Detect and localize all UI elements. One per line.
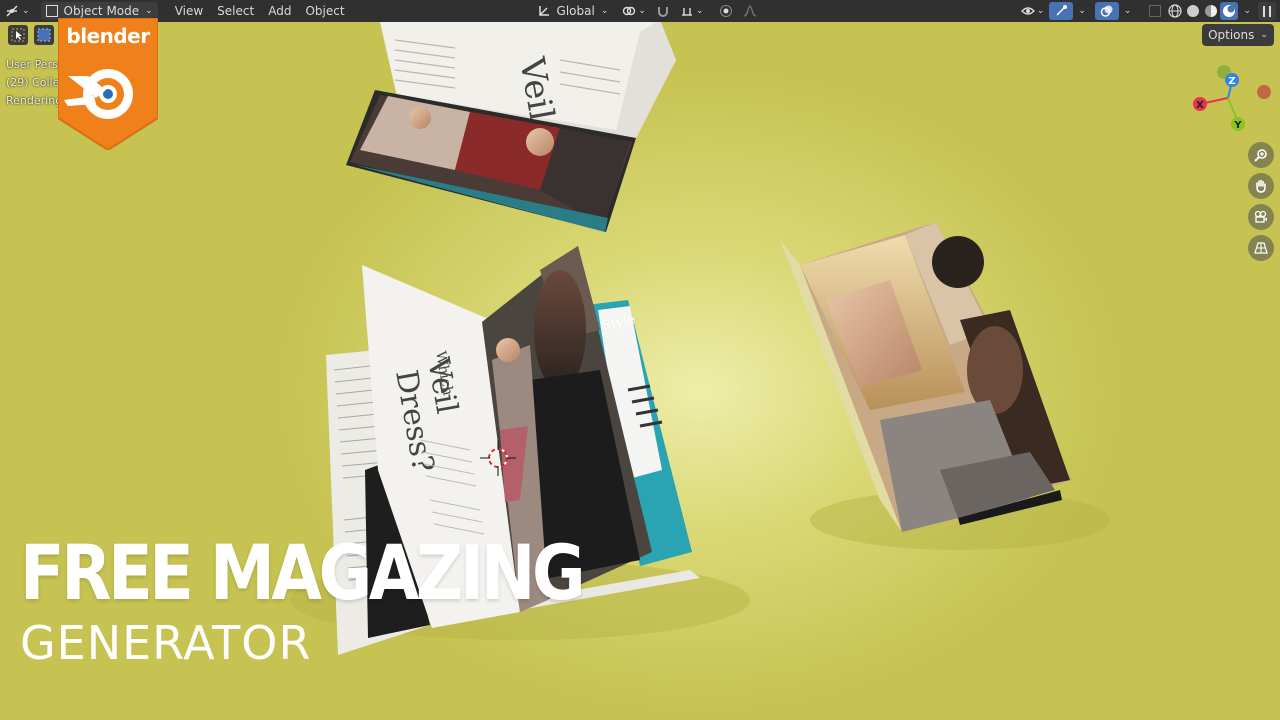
zoom-icon: [1254, 149, 1267, 162]
blender-logo-text: blender: [66, 24, 150, 48]
menu-view[interactable]: View: [168, 4, 210, 18]
orientation-icon: [538, 6, 549, 16]
gizmo-toggle[interactable]: [1049, 2, 1074, 20]
select-tool-button[interactable]: [8, 25, 28, 45]
chevron-down-icon: ⌄: [1078, 6, 1086, 16]
view-name: User Persp: [6, 58, 65, 71]
cube-icon: [45, 5, 58, 17]
grid-icon: [1254, 242, 1268, 254]
transform-orientation-dropdown[interactable]: Global ⌄: [532, 2, 614, 20]
neg-x-handle[interactable]: [1257, 85, 1271, 99]
navigation-gizmo[interactable]: X Z Y: [1188, 62, 1278, 142]
zoom-button[interactable]: [1248, 142, 1274, 168]
axis-icon: [6, 5, 18, 17]
y-axis-label: Y: [1233, 120, 1242, 131]
chevron-down-icon: ⌄: [145, 6, 153, 16]
material-sphere-icon: [1205, 5, 1218, 17]
title-main: FREE MAGAZING: [20, 528, 586, 617]
wireframe-sphere-icon: [1168, 4, 1183, 18]
shading-rendered[interactable]: [1220, 2, 1239, 20]
shading-solid[interactable]: [1184, 2, 1202, 20]
magazine-right: [780, 222, 1072, 532]
camera-icon: [1254, 210, 1267, 223]
orientation-label: Global: [556, 4, 595, 18]
solid-sphere-icon: [1187, 5, 1200, 17]
shading-material[interactable]: [1202, 2, 1220, 20]
shading-dropdown[interactable]: ⌄: [1238, 2, 1256, 20]
proportional-icon: [720, 5, 733, 17]
link-icon: [623, 6, 636, 16]
toolbar-row: [8, 25, 54, 45]
editor-type-button[interactable]: ⌄: [0, 2, 35, 20]
chevron-down-icon: ⌄: [22, 6, 30, 16]
gizmo-dropdown[interactable]: ⌄: [1073, 2, 1091, 20]
falloff-dropdown[interactable]: [738, 2, 762, 20]
options-dropdown[interactable]: Options ⌄: [1202, 24, 1274, 46]
cursor-arrow-icon: [11, 28, 25, 42]
chevron-down-icon: ⌄: [695, 6, 704, 16]
pan-button[interactable]: [1248, 173, 1274, 199]
overlays-dropdown[interactable]: ⌄: [1119, 2, 1137, 20]
pause-icon: [1263, 5, 1271, 17]
ortho-toggle-button[interactable]: [1248, 235, 1274, 261]
chevron-down-icon: ⌄: [638, 6, 646, 16]
x-axis-label: X: [1196, 100, 1204, 111]
hand-icon: [1256, 179, 1266, 193]
collection-info: (29) Colle: [6, 76, 60, 89]
3d-viewport[interactable]: Veil Which Veil Dress? Style ⌄ Object Mo…: [0, 0, 1280, 720]
chevron-down-icon: ⌄: [1123, 6, 1132, 16]
chevron-down-icon: ⌄: [600, 6, 609, 16]
proportional-edit-toggle[interactable]: [714, 2, 738, 20]
overlays-toggle[interactable]: [1094, 2, 1119, 20]
overlays-icon: [1100, 5, 1113, 17]
xray-icon: [1149, 5, 1162, 17]
title-sub: GENERATOR: [20, 616, 312, 670]
sidebar-toggle[interactable]: [1258, 2, 1276, 20]
snap-target-dropdown[interactable]: ⌄: [675, 2, 709, 20]
gizmo-icon: [1056, 5, 1068, 16]
options-label: Options: [1208, 28, 1255, 42]
visibility-dropdown[interactable]: ⌄: [1016, 2, 1050, 20]
viewport-header: ⌄ Object Mode ⌄ View Select Add Object G…: [0, 0, 1280, 22]
snap-increment-icon: [681, 8, 692, 16]
magnet-icon: [657, 7, 668, 17]
menu-select[interactable]: Select: [210, 4, 261, 18]
camera-view-button[interactable]: [1248, 204, 1274, 230]
menu-object[interactable]: Object: [298, 4, 351, 18]
render-status: Rendering: [6, 94, 63, 107]
z-axis-label: Z: [1228, 76, 1235, 87]
pivot-dropdown[interactable]: ⌄: [617, 2, 651, 20]
chevron-down-icon: ⌄: [1036, 6, 1045, 16]
snap-toggle[interactable]: [651, 2, 675, 20]
chevron-down-icon: ⌄: [1260, 30, 1268, 40]
blender-logo: blender: [57, 17, 159, 152]
chevron-down-icon: ⌄: [1243, 6, 1251, 16]
box-select-button[interactable]: [34, 25, 54, 45]
eye-icon: [1020, 7, 1035, 15]
shading-wireframe[interactable]: [1166, 2, 1184, 20]
viewport-info: User Persp (29) Colle Rendering: [6, 56, 65, 110]
box-select-icon: [37, 28, 51, 42]
magazine-top: Veil: [346, 20, 676, 232]
menu-add[interactable]: Add: [261, 4, 298, 18]
mode-label: Object Mode: [63, 4, 140, 18]
falloff-curve-icon: [744, 5, 757, 17]
xray-toggle[interactable]: [1144, 2, 1166, 20]
rendered-sphere-icon: [1223, 5, 1236, 17]
